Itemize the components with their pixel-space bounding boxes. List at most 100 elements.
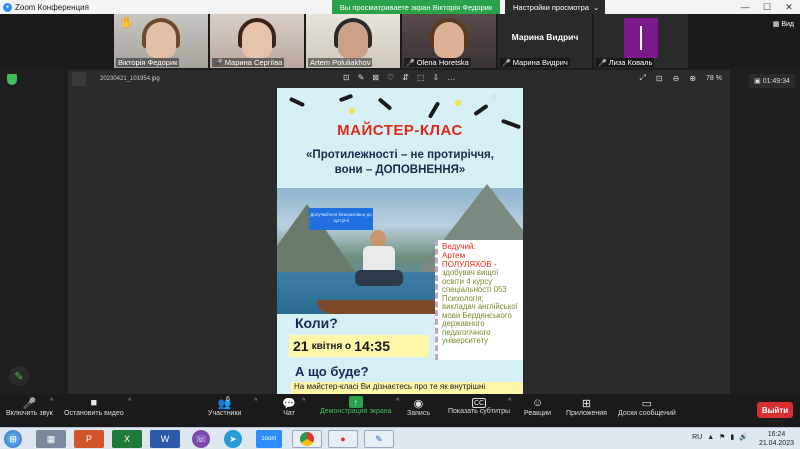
mic-muted-icon: 🎤 bbox=[406, 59, 415, 67]
presentation-icon[interactable]: P bbox=[74, 430, 104, 448]
participants-label: Участники bbox=[208, 410, 242, 417]
stop-video-button[interactable]: ■ Остановить видео bbox=[64, 396, 124, 417]
decor-dot bbox=[455, 100, 461, 106]
share-caret[interactable]: ^ bbox=[396, 398, 399, 405]
zoom-in-icon[interactable]: ⊕ bbox=[689, 74, 696, 83]
decor-dash bbox=[288, 96, 306, 108]
raised-hand-icon: ✋ bbox=[120, 17, 134, 29]
chrome-logo-icon bbox=[300, 432, 314, 446]
close-button[interactable]: ✕ bbox=[778, 0, 800, 14]
favorite-icon[interactable]: ♡ bbox=[387, 73, 394, 82]
chat-caret[interactable]: ^ bbox=[302, 398, 305, 405]
leave-button[interactable]: Выйти bbox=[757, 402, 793, 418]
chat-label: Чат bbox=[283, 410, 295, 417]
mic-muted-icon: 🎤 bbox=[502, 59, 511, 67]
participant-tile[interactable]: 🎤 Olena Horetska bbox=[402, 14, 496, 68]
chat-icon: 💬 bbox=[282, 397, 296, 410]
flag-icon[interactable]: ⚑ bbox=[719, 433, 725, 441]
whiteboards-button[interactable]: ▭ Доски сообщений bbox=[618, 396, 676, 418]
participant-name: Марина Видрич bbox=[512, 58, 568, 67]
when-heading: Коли? bbox=[295, 315, 338, 331]
gallery-view-button[interactable]: ▦ Вид bbox=[772, 20, 794, 29]
what-description: На майстер-класі Ви дізнаєтесь про те як… bbox=[291, 382, 523, 394]
minimize-button[interactable]: — bbox=[734, 0, 756, 14]
whiteboard-icon: ▭ bbox=[641, 397, 653, 410]
excel-icon[interactable]: X bbox=[112, 430, 142, 448]
reactions-button[interactable]: ☺ Реакции bbox=[524, 396, 551, 417]
participants-caret[interactable]: ^ bbox=[254, 398, 257, 405]
event-month: квітня о bbox=[311, 340, 352, 352]
share-screen-button[interactable]: ↑ Демонстрация экрана bbox=[320, 396, 392, 415]
participant-tile[interactable]: 🎤 Марина Сергіїва bbox=[210, 14, 304, 68]
left-margin: ✎ bbox=[0, 68, 66, 394]
participant-name-tag: 🎤 Olena Horetska bbox=[404, 58, 471, 67]
zoom-level: 78 % bbox=[706, 74, 722, 82]
fit-icon[interactable]: ⊡ bbox=[656, 74, 663, 83]
poster-subtitle: «Протилежності – не протиріччя, вони – Д… bbox=[287, 148, 513, 178]
telegram-icon[interactable]: ➤ bbox=[224, 430, 242, 448]
record-button[interactable]: ◉ Запись bbox=[407, 396, 430, 418]
more-icon[interactable]: … bbox=[447, 73, 455, 82]
decor-dot bbox=[491, 94, 497, 100]
maximize-button[interactable]: ☐ bbox=[756, 0, 778, 14]
calculator-icon[interactable]: ▦ bbox=[36, 430, 66, 448]
viewer-thumbnail-icon[interactable] bbox=[72, 72, 86, 86]
participant-tile[interactable]: ✋ Вікторія Федорик bbox=[114, 14, 208, 68]
participant-gallery: ✋ Вікторія Федорик 🎤 Марина Сергіїва Art… bbox=[0, 14, 800, 68]
view-settings-button[interactable]: Настройки просмотра ⌄ bbox=[505, 0, 605, 14]
window-title: Zoom Конференция bbox=[15, 2, 89, 12]
participant-tile[interactable]: Artem Poluliakhov bbox=[306, 14, 400, 68]
event-date: 21 квітня о 14:35 bbox=[289, 335, 429, 357]
decor-dash bbox=[377, 97, 393, 111]
participant-name-tag: Artem Poluliakhov bbox=[308, 58, 373, 67]
apps-button[interactable]: ⊞ Приложения bbox=[566, 396, 607, 418]
subtitles-button[interactable]: CC Показать субтитры bbox=[448, 396, 510, 415]
viewer-edit-tools: ⊡ ✎ ⊠ ♡ ⇵ ⬚ ⇩ … bbox=[343, 73, 455, 82]
paint-icon[interactable]: ✎ bbox=[364, 430, 394, 448]
participant-name-tag: 🎤 Марина Видрич bbox=[500, 58, 570, 67]
host-label: Ведучий: bbox=[442, 242, 476, 251]
viber-icon[interactable]: ☏ bbox=[192, 430, 210, 448]
start-button[interactable]: ⊞ bbox=[4, 430, 22, 448]
participant-tile[interactable]: Марина Видрич 🎤 Марина Видрич bbox=[498, 14, 592, 68]
host-legs bbox=[355, 270, 403, 286]
system-clock[interactable]: 16:24 21.04.2023 bbox=[759, 430, 794, 448]
subtitles-caret[interactable]: ^ bbox=[508, 398, 511, 405]
participant-name-tag: 🎤 Марина Сергіїва bbox=[212, 58, 285, 67]
participant-tile[interactable]: 🎤 Лиза Коваль bbox=[594, 14, 688, 68]
word-icon[interactable]: W bbox=[150, 430, 180, 448]
grid-icon: ▦ bbox=[772, 21, 780, 28]
annotate-pencil-icon[interactable]: ✎ bbox=[9, 366, 29, 386]
rotate-icon[interactable]: ⊠ bbox=[372, 73, 379, 82]
edit-icon[interactable]: ✎ bbox=[358, 73, 365, 82]
audio-options-caret[interactable]: ^ bbox=[50, 398, 53, 405]
tray-arrow-icon[interactable]: ▲ bbox=[707, 434, 714, 441]
unmute-label: Включить звук bbox=[6, 410, 53, 417]
participants-button[interactable]: 👥 6 Участники bbox=[208, 396, 241, 417]
frame-icon[interactable]: ⬚ bbox=[417, 73, 425, 82]
participant-face bbox=[242, 22, 272, 58]
compare-icon[interactable]: ⇵ bbox=[402, 73, 409, 82]
language-indicator[interactable]: RU bbox=[692, 434, 702, 441]
chrome-icon[interactable] bbox=[292, 430, 322, 448]
join-badge: Долучайтеся безкоштовно до зустрічі bbox=[309, 208, 373, 230]
participant-face bbox=[434, 22, 464, 58]
expand-icon[interactable]: ⤢ bbox=[640, 73, 646, 83]
viewer-zoom-controls: ⤢ ⊡ ⊖ ⊕ 78 % bbox=[640, 73, 722, 83]
crop-icon[interactable]: ⊡ bbox=[343, 73, 350, 82]
volume-icon[interactable]: 🔊 bbox=[739, 433, 748, 441]
yandex-browser-icon[interactable]: ● bbox=[328, 430, 358, 448]
participant-name-tag: Вікторія Федорик bbox=[116, 58, 180, 67]
network-icon[interactable]: ▮ bbox=[730, 433, 734, 441]
system-tray: RU ▲ ⚑ ▮ 🔊 bbox=[692, 433, 748, 442]
unmute-button[interactable]: 🎤 Включить звук bbox=[6, 396, 53, 418]
event-poster: МАЙСТЕР-КЛАС «Протилежності – не протирі… bbox=[277, 88, 523, 394]
participant-display-name: Марина Видрич bbox=[511, 32, 579, 42]
zoom-out-icon[interactable]: ⊖ bbox=[673, 74, 680, 83]
zoom-taskbar-label: zoom bbox=[261, 436, 277, 442]
chat-button[interactable]: 💬 Чат bbox=[281, 396, 297, 418]
shield-icon[interactable] bbox=[7, 74, 17, 85]
zoom-taskbar-icon[interactable]: zoom bbox=[256, 430, 282, 448]
video-options-caret[interactable]: ^ bbox=[128, 398, 131, 405]
download-icon[interactable]: ⇩ bbox=[433, 73, 440, 82]
